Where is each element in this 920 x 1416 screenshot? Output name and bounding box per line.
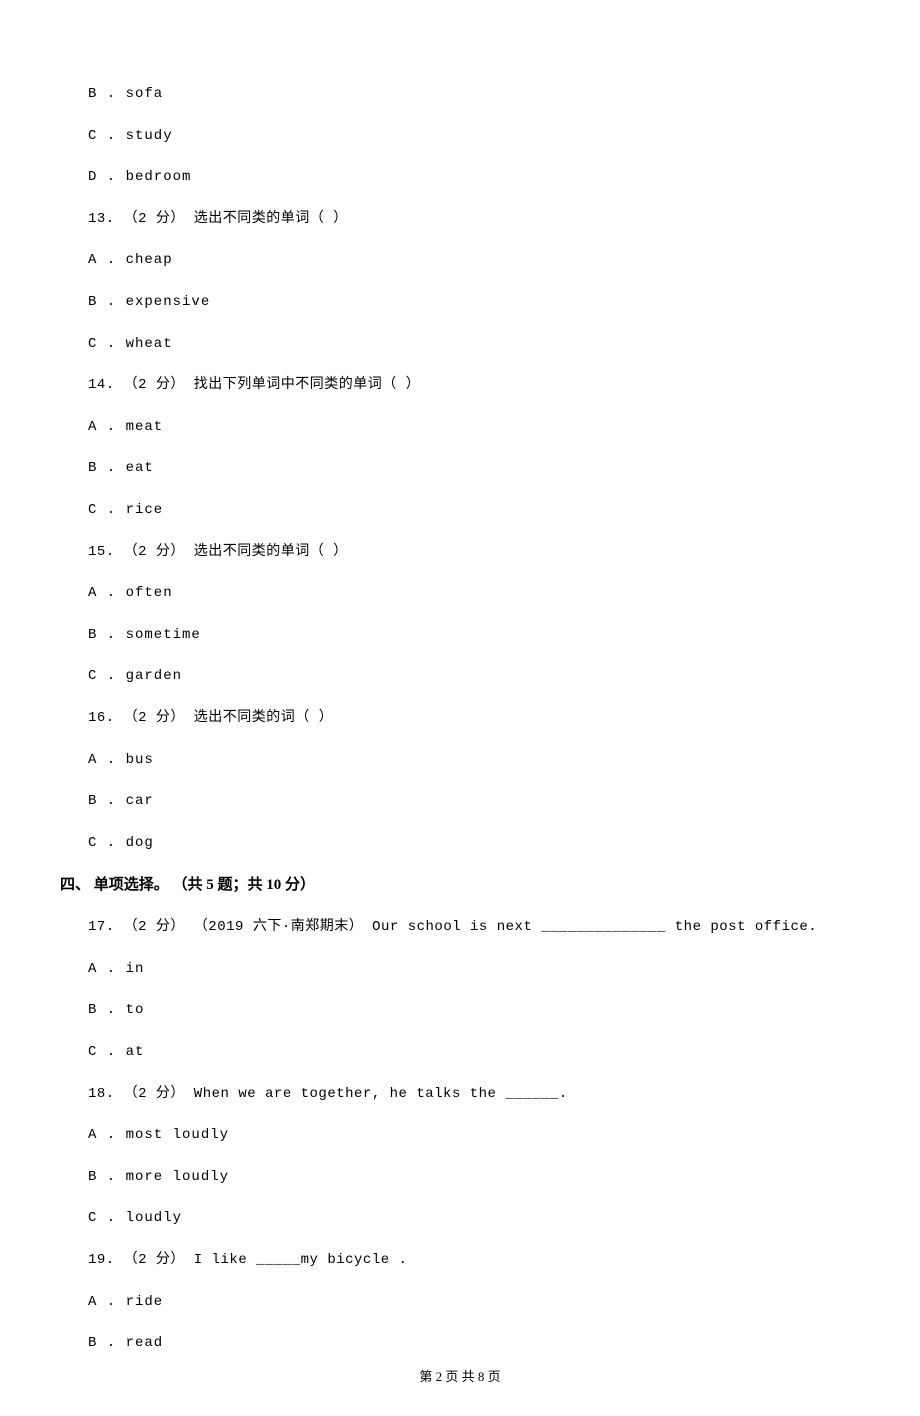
option-b-14: B . eat [60, 459, 860, 479]
question-17-stem: 17. （2 分） （2019 六下·南郑期末） Our school is n… [60, 918, 860, 938]
option-a-19: A . ride [60, 1293, 860, 1313]
question-14-stem: 14. （2 分） 找出下列单词中不同类的单词（ ） [60, 376, 860, 396]
question-15-stem: 15. （2 分） 选出不同类的单词（ ） [60, 543, 860, 563]
option-b-15: B . sometime [60, 626, 860, 646]
option-a-15: A . often [60, 584, 860, 604]
option-c-16: C . dog [60, 834, 860, 854]
option-a-18: A . most loudly [60, 1126, 860, 1146]
option-b-17: B . to [60, 1001, 860, 1021]
question-18-stem: 18. （2 分） When we are together, he talks… [60, 1085, 860, 1105]
option-a-17: A . in [60, 960, 860, 980]
option-b-12: B . sofa [60, 85, 860, 105]
option-c-13: C . wheat [60, 335, 860, 355]
option-a-14: A . meat [60, 418, 860, 438]
question-16-stem: 16. （2 分） 选出不同类的词（ ） [60, 709, 860, 729]
option-c-12: C . study [60, 127, 860, 147]
option-b-18: B . more loudly [60, 1168, 860, 1188]
option-d-12: D . bedroom [60, 168, 860, 188]
option-c-18: C . loudly [60, 1209, 860, 1229]
question-13-stem: 13. （2 分） 选出不同类的单词（ ） [60, 210, 860, 230]
option-b-19: B . read [60, 1334, 860, 1354]
section-4-heading: 四、 单项选择。 （共 5 题；共 10 分） [60, 875, 860, 896]
option-c-14: C . rice [60, 501, 860, 521]
option-a-13: A . cheap [60, 251, 860, 271]
option-b-16: B . car [60, 792, 860, 812]
option-c-15: C . garden [60, 667, 860, 687]
option-b-13: B . expensive [60, 293, 860, 313]
question-19-stem: 19. （2 分） I like _____my bicycle . [60, 1251, 860, 1271]
option-a-16: A . bus [60, 751, 860, 771]
page-footer: 第 2 页 共 8 页 [0, 1368, 920, 1386]
option-c-17: C . at [60, 1043, 860, 1063]
